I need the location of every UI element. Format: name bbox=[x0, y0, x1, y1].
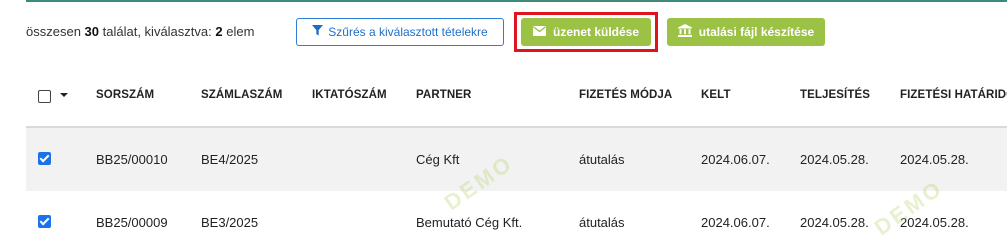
cell-kelt: 2024.06.07. bbox=[701, 152, 770, 167]
top-divider bbox=[26, 0, 1007, 2]
table-row[interactable]: BB25/00009 BE3/2025 Bemutató Cég Kft. át… bbox=[26, 191, 1007, 243]
cell-partner: Bemutató Cég Kft. bbox=[416, 215, 523, 230]
cell-fizetes-modja: átutalás bbox=[579, 215, 625, 230]
chevron-down-icon[interactable] bbox=[60, 93, 68, 97]
cell-szamlaszam: BE3/2025 bbox=[201, 215, 259, 230]
filter-icon bbox=[312, 25, 324, 39]
cell-sorszam: BB25/00009 bbox=[96, 215, 168, 230]
row-checkbox[interactable] bbox=[38, 152, 51, 165]
result-summary: összesen 30 találat, kiválasztva: 2 elem bbox=[26, 24, 254, 39]
cell-teljesites: 2024.05.28. bbox=[800, 152, 869, 167]
header-iktatoszam[interactable]: IKTATÓSZÁM bbox=[312, 89, 387, 101]
cell-teljesites: 2024.05.28. bbox=[800, 215, 869, 230]
filter-selected-button[interactable]: Szűrés a kiválasztott tételekre bbox=[296, 18, 504, 46]
cell-partner: Cég Kft bbox=[416, 152, 460, 167]
selected-count: 2 bbox=[215, 24, 223, 39]
header-kelt[interactable]: KELT bbox=[701, 89, 731, 101]
summary-prefix: összesen bbox=[26, 24, 81, 39]
row-checkbox[interactable] bbox=[38, 215, 51, 228]
header-fizetesi-hatarido[interactable]: FIZETÉSI HATÁRIDŐ bbox=[900, 89, 1007, 101]
select-all-checkbox[interactable] bbox=[38, 90, 51, 103]
table-row[interactable]: BB25/00010 BE4/2025 Cég Kft átutalás 202… bbox=[26, 128, 1007, 191]
total-count: 30 bbox=[84, 24, 100, 39]
create-transfer-file-button[interactable]: utalási fájl készítése bbox=[667, 18, 825, 46]
header-szamlaszam[interactable]: SZÁMLASZÁM bbox=[201, 89, 283, 101]
cell-fizetesi-hatarido: 2024.05.28. bbox=[900, 215, 969, 230]
cell-fizetes-modja: átutalás bbox=[579, 152, 625, 167]
cell-kelt: 2024.06.07. bbox=[701, 215, 770, 230]
toolbar: összesen 30 találat, kiválasztva: 2 elem… bbox=[26, 12, 1007, 52]
send-message-label: üzenet küldése bbox=[552, 25, 640, 39]
envelope-icon bbox=[532, 25, 546, 39]
table-header: SORSZÁM SZÁMLASZÁM IKTATÓSZÁM PARTNER FI… bbox=[26, 64, 1007, 128]
send-message-button[interactable]: üzenet küldése bbox=[521, 18, 651, 46]
header-partner[interactable]: PARTNER bbox=[416, 89, 471, 101]
cell-sorszam: BB25/00010 bbox=[96, 152, 168, 167]
filter-button-label: Szűrés a kiválasztott tételekre bbox=[328, 25, 488, 39]
header-fizetes-modja[interactable]: FIZETÉS MÓDJA bbox=[579, 89, 672, 101]
header-sorszam[interactable]: SORSZÁM bbox=[96, 89, 154, 101]
invoice-table: SORSZÁM SZÁMLASZÁM IKTATÓSZÁM PARTNER FI… bbox=[26, 64, 1007, 243]
cell-fizetesi-hatarido: 2024.05.28. bbox=[900, 152, 969, 167]
cell-szamlaszam: BE4/2025 bbox=[201, 152, 259, 167]
header-teljesites[interactable]: TELJESÍTÉS bbox=[800, 89, 870, 101]
summary-suffix: elem bbox=[226, 24, 255, 39]
create-transfer-file-label: utalási fájl készítése bbox=[698, 25, 815, 39]
summary-middle: találat, kiválasztva: bbox=[102, 24, 212, 39]
bank-icon bbox=[677, 24, 692, 40]
